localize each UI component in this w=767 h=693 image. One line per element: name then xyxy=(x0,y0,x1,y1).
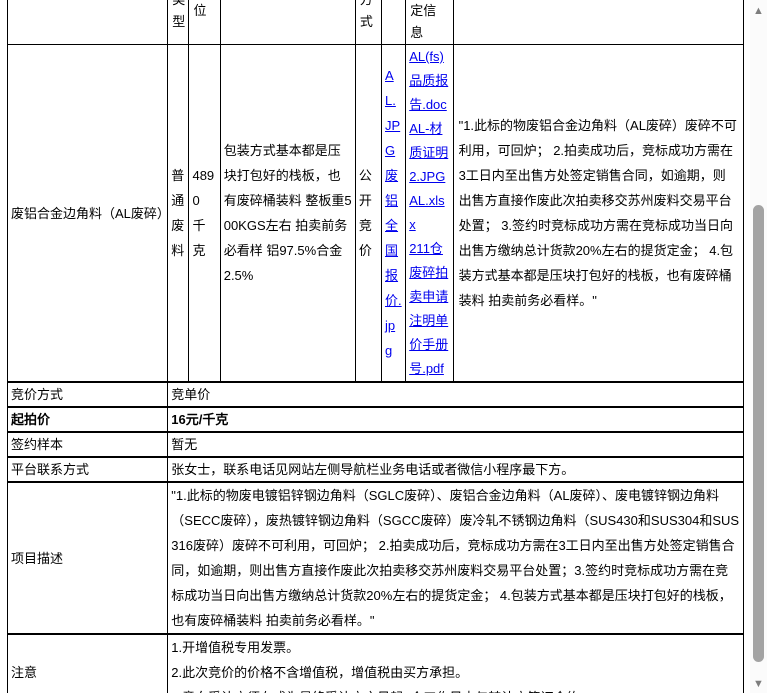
item-bid-method: 公开竞价 xyxy=(358,168,372,258)
item-packaging-cell: 包装方式基本都是压块打包好的栈板，也有废碎桶装料 整板重500KGS左右 拍卖前… xyxy=(219,44,356,383)
attachment-link-auction-request-pdf[interactable]: 211仓废碎拍卖申请注明单价手册号.pdf xyxy=(409,237,449,381)
image-link-national-price-jpg[interactable]: 废铝全国报价.jpg xyxy=(385,168,402,358)
header-unit-label: 位 xyxy=(193,3,207,18)
table-header-row: 类型 位 方式 定信息 xyxy=(6,0,745,45)
table-row: 签约样本 暂无 xyxy=(6,431,744,458)
header-method-cell: 方式 xyxy=(354,0,383,45)
item-image-links-cell: AL.JPG 废铝全国报价.jpg xyxy=(381,44,407,383)
table-row: 平台联系方式 张女士，联系电话见网站左侧导航栏业务电话或者微信小程序最下方。 xyxy=(6,456,744,483)
item-packaging: 包装方式基本都是压块打包好的栈板，也有废碎桶装料 整板重500KGS左右 拍卖前… xyxy=(223,143,352,283)
item-name: 废铝合金边角料（AL废碎） xyxy=(11,205,168,221)
start-price-value: 16元/千克 xyxy=(167,406,744,433)
start-price-label: 起拍价 xyxy=(6,406,169,433)
project-description-label: 项目描述 xyxy=(6,481,169,635)
item-info-text: "1.此标的物废铝合金边角料（AL废碎）废碎不可利用，可回炉； 2.拍卖成功后，… xyxy=(458,118,737,308)
notice-label: 注意 xyxy=(6,633,169,693)
bid-mode-label: 竞价方式 xyxy=(6,381,169,408)
project-description-value: "1.此标的物废电镀铝锌钢边角料（SGLC废碎）、废铝合金边角料（AL废碎）、废… xyxy=(167,481,744,635)
table-row: 起拍价 16元/千克 xyxy=(6,406,744,433)
item-bid-method-cell: 公开竞价 xyxy=(354,44,383,383)
header-images-cell xyxy=(381,0,407,45)
header-packaging-cell xyxy=(219,0,356,45)
contract-sample-value: 暂无 xyxy=(167,431,744,458)
item-info-cell: "1.此标的物废铝合金边角料（AL废碎）废碎不可利用，可回炉； 2.拍卖成功后，… xyxy=(452,44,745,383)
header-unit-cell: 位 xyxy=(188,0,221,45)
scroll-down-icon[interactable]: ▼ xyxy=(750,677,767,691)
header-type-cell: 类型 xyxy=(167,0,190,45)
header-info-cell: 定信息 xyxy=(405,0,454,45)
item-category: 普通废料 xyxy=(171,168,185,258)
platform-contact-value: 张女士，联系电话见网站左侧导航栏业务电话或者微信小程序最下方。 xyxy=(167,456,744,483)
header-info-label: 定信息 xyxy=(410,3,437,40)
table-row: 注意 1.开增值税专用发票。 2.此次竞价的价格不含增值税，增值税由买方承担。 … xyxy=(6,633,744,693)
vertical-scrollbar[interactable]: ▲ ▼ xyxy=(750,0,767,693)
table-row: 项目描述 "1.此标的物废电镀铝锌钢边角料（SGLC废碎）、废铝合金边角料（AL… xyxy=(6,481,744,635)
item-quantity-cell: 4890 千克 xyxy=(188,44,221,383)
header-type-label: 类型 xyxy=(172,0,186,29)
contract-sample-label: 签约样本 xyxy=(6,431,169,458)
attachment-link-quality-report-doc[interactable]: AL(fs)品质报告.doc xyxy=(409,45,449,117)
bid-mode-value: 竞单价 xyxy=(167,381,744,408)
notice-value: 1.开增值税专用发票。 2.此次竞价的价格不含增值税，增值税由买方承担。 3.意… xyxy=(167,633,744,693)
scroll-up-icon[interactable]: ▲ xyxy=(750,4,767,18)
item-quantity: 4890 xyxy=(192,168,215,208)
attachment-link-material-cert-jpg[interactable]: AL-材质证明2.JPG xyxy=(409,117,449,189)
item-name-cell: 废铝合金边角料（AL废碎） xyxy=(6,44,169,383)
header-method-label: 方式 xyxy=(359,0,373,29)
platform-contact-label: 平台联系方式 xyxy=(6,456,169,483)
scrollbar-thumb[interactable] xyxy=(753,205,764,662)
item-attachment-links-cell: AL(fs)品质报告.doc AL-材质证明2.JPG AL.xlsx 211仓… xyxy=(405,44,454,383)
image-link-al-jpg[interactable]: AL.JPG xyxy=(385,68,400,158)
table-row: 竞价方式 竞单价 xyxy=(6,381,744,408)
item-unit: 千克 xyxy=(192,218,206,258)
attachment-link-al-xlsx[interactable]: AL.xlsx xyxy=(409,189,449,237)
header-detail-cell xyxy=(452,0,745,45)
item-row: 废铝合金边角料（AL废碎） 普通废料 4890 千克 包装方式基本都是压块打包好… xyxy=(6,44,745,383)
auction-detail-table: 类型 位 方式 定信息 废铝合金边角料（AL废碎） 普通废料 4890 千克 包… xyxy=(6,0,745,693)
item-category-cell: 普通废料 xyxy=(167,44,190,383)
header-name-cell xyxy=(6,0,169,45)
